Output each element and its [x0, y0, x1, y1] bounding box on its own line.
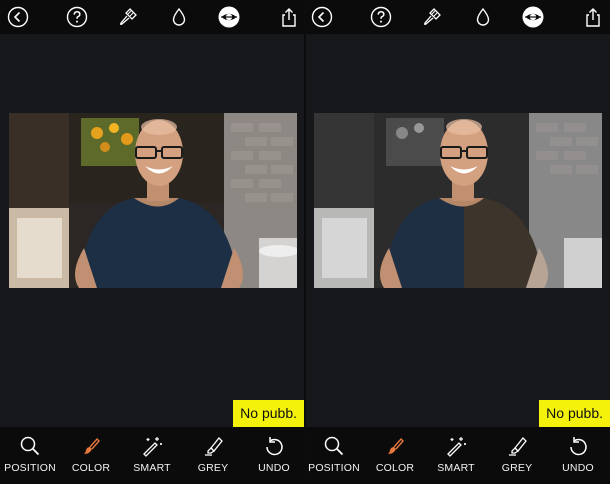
tool-smart[interactable]: SMART	[426, 433, 486, 481]
undo-icon	[263, 433, 285, 459]
brush-icon	[384, 433, 406, 459]
help-icon[interactable]	[369, 5, 393, 29]
back-icon[interactable]	[310, 5, 334, 29]
tool-position[interactable]: POSITION	[0, 433, 60, 481]
top-toolbar	[0, 0, 304, 34]
editor-panel-after: No pubb. POSITION COLOR SMART GREY UNDO	[306, 0, 610, 484]
compare-icon[interactable]	[217, 5, 241, 29]
bottom-toolbar: POSITION COLOR SMART GREY UNDO	[0, 427, 304, 484]
tool-position[interactable]: POSITION	[306, 433, 364, 481]
share-icon[interactable]	[277, 5, 301, 29]
tool-label: POSITION	[4, 462, 56, 474]
editor-panel-before: No pubb. POSITION COLOR SMART GREY UNDO	[0, 0, 304, 484]
share-icon[interactable]	[581, 5, 605, 29]
tool-label: SMART	[133, 462, 171, 474]
tool-label: UNDO	[562, 462, 594, 474]
brush-settings-icon[interactable]	[420, 5, 444, 29]
tool-undo[interactable]: UNDO	[244, 433, 304, 481]
tool-label: COLOR	[71, 462, 111, 474]
tool-label: COLOR	[375, 462, 415, 474]
tool-label: UNDO	[258, 462, 290, 474]
tool-grey[interactable]: GREY	[487, 433, 547, 481]
drop-icon[interactable]	[167, 5, 191, 29]
highlighter-icon	[506, 433, 528, 459]
tool-color[interactable]: COLOR	[365, 433, 425, 481]
magnifier-icon	[19, 433, 41, 459]
drop-icon[interactable]	[471, 5, 495, 29]
tool-label: POSITION	[308, 462, 360, 474]
bottom-toolbar: POSITION COLOR SMART GREY UNDO	[306, 427, 610, 484]
undo-icon	[567, 433, 589, 459]
highlighter-icon	[202, 433, 224, 459]
no-ads-badge[interactable]: No pubb.	[539, 400, 610, 427]
tool-smart[interactable]: SMART	[122, 433, 182, 481]
tool-label: GREY	[197, 462, 229, 474]
tool-grey[interactable]: GREY	[183, 433, 243, 481]
back-icon[interactable]	[6, 5, 30, 29]
tool-label: GREY	[501, 462, 533, 474]
tool-undo[interactable]: UNDO	[548, 433, 608, 481]
tool-color[interactable]: COLOR	[61, 433, 121, 481]
brush-icon	[80, 433, 102, 459]
help-icon[interactable]	[65, 5, 89, 29]
top-toolbar	[306, 0, 610, 34]
magic-wand-icon	[140, 433, 164, 459]
photo-after[interactable]	[314, 113, 602, 288]
magic-wand-icon	[444, 433, 468, 459]
no-ads-badge[interactable]: No pubb.	[233, 400, 304, 427]
magnifier-icon	[323, 433, 345, 459]
brush-settings-icon[interactable]	[116, 5, 140, 29]
tool-label: SMART	[437, 462, 475, 474]
compare-icon[interactable]	[521, 5, 545, 29]
photo-before[interactable]	[9, 113, 297, 288]
